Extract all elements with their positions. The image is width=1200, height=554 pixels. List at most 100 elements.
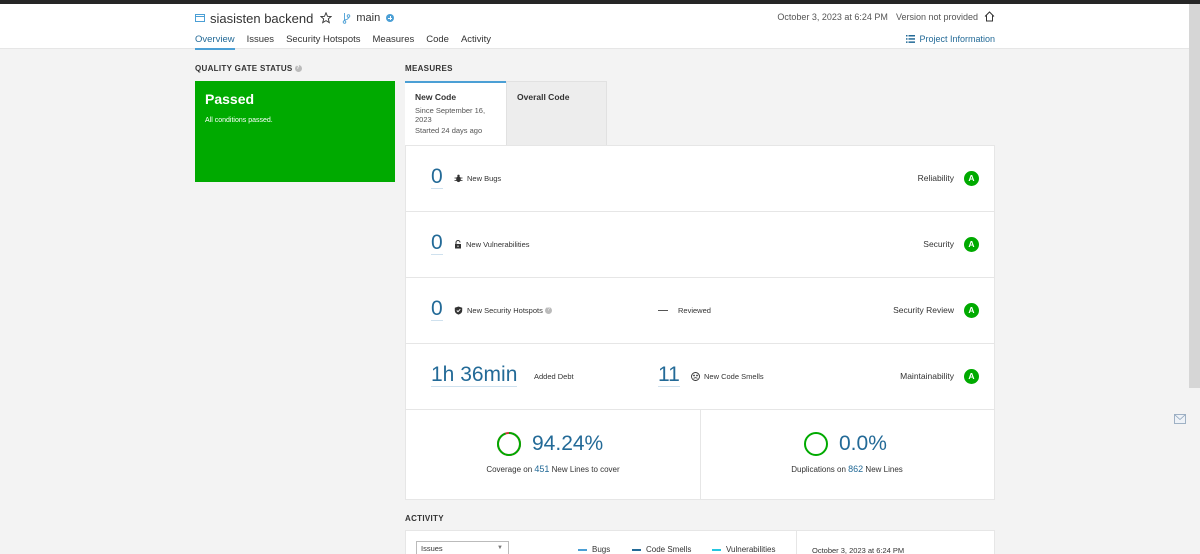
- header-meta: October 3, 2023 at 6:24 PM Version not p…: [777, 11, 995, 22]
- quality-gate-heading: QUALITY GATE STATUS?: [195, 64, 302, 73]
- security-rating[interactable]: A: [964, 237, 979, 252]
- legend-swatch: [712, 548, 721, 551]
- shield-icon: [454, 306, 463, 315]
- tab-overall-code[interactable]: Overall Code: [506, 81, 607, 145]
- analysis-datetime: October 3, 2023 at 6:24 PM: [777, 11, 888, 22]
- legend-swatch: [578, 548, 587, 551]
- duplications-percent[interactable]: 0.0%: [839, 432, 887, 456]
- legend-code-smells: Code Smells: [632, 545, 691, 554]
- reviewed-dash: [658, 310, 668, 311]
- coverage-section: 94.24% Coverage on 451 New Lines to cove…: [406, 409, 700, 499]
- favorite-star-icon[interactable]: [320, 12, 333, 24]
- project-information-label: Project Information: [919, 34, 995, 44]
- reliability-label: Reliability: [917, 173, 954, 183]
- help-icon[interactable]: ?: [544, 307, 552, 314]
- coverage-caption: Coverage on 451 New Lines to cover: [406, 464, 700, 474]
- coverage-lines-link[interactable]: 451: [534, 464, 549, 474]
- new-code-smells-text: New Code Smells: [704, 372, 764, 381]
- duplications-prefix: Duplications on: [791, 465, 846, 474]
- new-bugs-label: New Bugs: [454, 174, 501, 183]
- coverage-summary: 94.24%: [496, 431, 603, 457]
- branch-icon: [343, 13, 351, 24]
- new-hotspots-label: New Security Hotspots ?: [454, 306, 552, 315]
- project-row: siasisten backend main: [195, 10, 395, 26]
- reviewed-label: Reviewed: [678, 306, 711, 315]
- security-review-rating[interactable]: A: [964, 303, 979, 318]
- quality-gate-status-box: Passed All conditions passed.: [195, 81, 395, 182]
- new-code-label: New Code: [415, 92, 457, 102]
- branch-name[interactable]: main: [356, 12, 380, 24]
- legend-bugs-label: Bugs: [592, 545, 611, 554]
- chevron-down-icon: ▼: [497, 545, 503, 551]
- measures-heading: MEASURES: [405, 64, 453, 73]
- measures-panel: 0 New Bugs Reliability A 0 New Vulnerabi…: [405, 145, 995, 500]
- activity-date: October 3, 2023 at 6:24 PM: [812, 546, 905, 554]
- duplications-circle-icon: [804, 432, 828, 456]
- quality-gate-message: All conditions passed.: [205, 117, 273, 124]
- divider: [796, 531, 797, 554]
- security-label: Security: [923, 239, 954, 249]
- project-name[interactable]: siasisten backend: [210, 11, 313, 26]
- measure-row-hotspots: 0 New Security Hotspots ? Reviewed Secur…: [406, 278, 994, 344]
- page-header: siasisten backend main October 3, 2023 a…: [0, 4, 1200, 50]
- maintainability-label: Maintainability: [900, 371, 954, 381]
- new-bugs-text: New Bugs: [467, 174, 502, 183]
- overall-code-label: Overall Code: [517, 92, 570, 102]
- new-hotspots-text: New Security Hotspots: [467, 306, 543, 315]
- tab-security-hotspots[interactable]: Security Hotspots: [286, 34, 360, 50]
- quality-gate-status: Passed: [205, 91, 255, 107]
- tab-issues[interactable]: Issues: [247, 34, 274, 50]
- security-review-label: Security Review: [893, 305, 954, 315]
- duplications-suffix: New Lines: [865, 465, 903, 474]
- mail-icon[interactable]: [1174, 414, 1186, 424]
- activity-select-value: Issues: [421, 544, 443, 553]
- project-icon: [195, 14, 205, 22]
- coverage-suffix: New Lines to cover: [551, 465, 620, 474]
- tab-code[interactable]: Code: [426, 34, 449, 50]
- duplications-section: 0.0% Duplications on 862 New Lines: [700, 409, 994, 499]
- new-code-started: Started 24 days ago: [415, 126, 483, 135]
- coverage-duplication-row: 94.24% Coverage on 451 New Lines to cove…: [406, 409, 994, 499]
- duplications-caption: Duplications on 862 New Lines: [700, 464, 994, 474]
- coverage-percent[interactable]: 94.24%: [532, 432, 603, 456]
- activity-panel: Issues ▼ Bugs Code Smells Vulnerabilitie…: [405, 530, 995, 554]
- help-icon[interactable]: ?: [294, 65, 302, 73]
- quality-gate-title: QUALITY GATE STATUS: [195, 64, 293, 73]
- activity-graph-select[interactable]: Issues ▼: [416, 541, 509, 554]
- measure-row-maintainability: 1h 36min Added Debt 11 New Code Smells M…: [406, 344, 994, 410]
- added-debt-label: Added Debt: [534, 372, 574, 381]
- tab-measures[interactable]: Measures: [373, 34, 415, 50]
- version-text: Version not provided: [895, 11, 978, 22]
- project-information-link[interactable]: Project Information: [906, 34, 995, 44]
- legend-vulnerabilities: Vulnerabilities: [712, 545, 776, 554]
- lock-icon: [455, 240, 461, 249]
- new-vulnerabilities-label: New Vulnerabilities: [454, 240, 530, 249]
- duplications-summary: 0.0%: [803, 431, 887, 457]
- new-code-smells-value[interactable]: 11: [658, 364, 680, 387]
- list-icon: [906, 35, 916, 43]
- legend-bugs: Bugs: [578, 545, 610, 554]
- code-smell-icon: [691, 372, 700, 381]
- duplications-lines-link[interactable]: 862: [848, 464, 863, 474]
- home-icon[interactable]: [984, 11, 995, 22]
- new-vulnerabilities-value[interactable]: 0: [431, 232, 443, 255]
- nav-tabs: Overview Issues Security Hotspots Measur…: [195, 34, 503, 50]
- coverage-prefix: Coverage on: [486, 465, 533, 474]
- new-bugs-value[interactable]: 0: [431, 166, 443, 189]
- tab-overview[interactable]: Overview: [195, 34, 235, 50]
- measure-row-bugs: 0 New Bugs Reliability A: [406, 146, 994, 212]
- branch-add-icon[interactable]: [386, 14, 395, 22]
- reliability-rating[interactable]: A: [964, 171, 979, 186]
- legend-vulns-label: Vulnerabilities: [726, 545, 776, 554]
- new-code-since: Since September 16, 2023: [415, 106, 486, 124]
- activity-heading: ACTIVITY: [405, 514, 444, 523]
- new-hotspots-value[interactable]: 0: [431, 298, 443, 321]
- tab-new-code[interactable]: New Code Since September 16, 2023 Starte…: [405, 81, 506, 145]
- new-code-smells-label: New Code Smells: [691, 372, 764, 381]
- added-debt-value[interactable]: 1h 36min: [431, 364, 518, 387]
- tab-activity[interactable]: Activity: [461, 34, 491, 50]
- measure-row-vulnerabilities: 0 New Vulnerabilities Security A: [406, 212, 994, 278]
- new-vulnerabilities-text: New Vulnerabilities: [466, 240, 530, 249]
- maintainability-rating[interactable]: A: [964, 369, 979, 384]
- scrollbar[interactable]: [1189, 4, 1200, 388]
